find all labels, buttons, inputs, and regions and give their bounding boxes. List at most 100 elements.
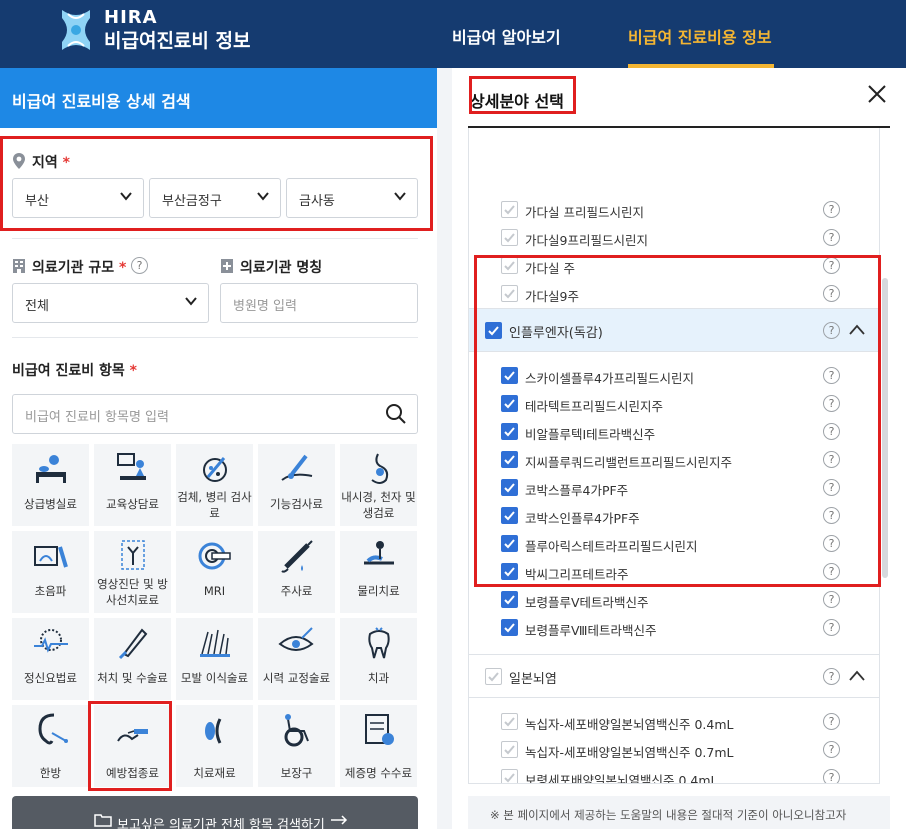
list-item[interactable]: 가다실9프리필드시린지? <box>469 224 879 252</box>
help-icon[interactable]: ? <box>823 423 840 440</box>
syringe-icon <box>281 540 313 573</box>
list-item[interactable]: 플루아릭스테트라프리필드시린지? <box>469 530 879 558</box>
group-japanese-encephalitis[interactable]: 일본뇌염 ? <box>469 654 879 698</box>
region-sido-select[interactable]: 부산 <box>12 178 144 218</box>
help-icon[interactable]: ? <box>823 507 840 524</box>
help-icon[interactable]: ? <box>823 367 840 384</box>
category-tile-specimen-pathology[interactable]: 검체, 병리 검사료 <box>176 444 253 526</box>
category-tile-endoscopy-biopsy[interactable]: 내시경, 천자 및 생검료 <box>340 444 417 526</box>
help-icon[interactable]: ? <box>823 741 840 758</box>
help-icon[interactable]: ? <box>823 769 840 783</box>
item-checkbox[interactable] <box>501 423 518 440</box>
help-icon[interactable]: ? <box>823 668 840 685</box>
region-sigungu-select[interactable]: 부산금정구 <box>149 178 281 218</box>
list-item[interactable]: 코박스인플루4가PF주? <box>469 502 879 530</box>
list-item[interactable]: 보령플루Ⅷ테트라백신주? <box>469 614 879 642</box>
item-checkbox[interactable] <box>501 395 518 412</box>
nav-about-noncovered[interactable]: 비급여 알아보기 <box>452 24 561 48</box>
item-checkbox[interactable] <box>501 257 518 274</box>
help-icon[interactable]: ? <box>823 395 840 412</box>
help-footnote: ※ 본 페이지에서 제공하는 도움말의 내용은 절대적 기준이 아니오니참고자 <box>468 796 890 829</box>
list-item[interactable]: 테라텍트프리필드시린지주? <box>469 390 879 418</box>
category-tile-vision-correction[interactable]: 시력 교정술료 <box>258 618 335 700</box>
item-checkbox[interactable] <box>501 713 518 730</box>
search-icon[interactable] <box>385 403 407 425</box>
item-checkbox[interactable] <box>501 769 518 783</box>
help-icon[interactable]: ? <box>823 201 840 218</box>
detail-field-list[interactable]: 가다실 프리필드시린지? 가다실9프리필드시린지? 가다실 주? 가다실9주? 인플루… <box>468 128 880 784</box>
item-checkbox[interactable] <box>501 619 518 636</box>
category-tile-ultrasound[interactable]: 초음파 <box>12 531 89 613</box>
item-checkbox[interactable] <box>501 563 518 580</box>
help-icon[interactable]: ? <box>823 591 840 608</box>
item-checkbox[interactable] <box>501 229 518 246</box>
help-icon[interactable]: ? <box>823 713 840 730</box>
chevron-up-icon[interactable] <box>849 323 865 337</box>
item-checkbox[interactable] <box>501 591 518 608</box>
close-icon[interactable] <box>867 84 887 104</box>
category-tile-assistive-device[interactable]: 보장구 <box>258 705 335 787</box>
help-icon[interactable]: ? <box>823 563 840 580</box>
item-checkbox[interactable] <box>501 741 518 758</box>
help-icon[interactable]: ? <box>823 285 840 302</box>
scale-help-icon[interactable]: ? <box>131 257 148 274</box>
list-item[interactable]: 녹십자-세포배양일본뇌염백신주 0.7mL? <box>469 736 879 764</box>
category-label: 모발 이식술료 <box>180 671 249 685</box>
item-checkbox[interactable] <box>501 367 518 384</box>
category-tile-dental[interactable]: 치과 <box>340 618 417 700</box>
category-tile-imaging-radiation[interactable]: 영상진단 및 방사선치료료 <box>94 531 171 613</box>
chevron-up-icon[interactable] <box>849 669 865 683</box>
category-tile-oriental-medicine[interactable]: 한방 <box>12 705 89 787</box>
help-icon[interactable]: ? <box>823 322 840 339</box>
item-checkbox[interactable] <box>501 201 518 218</box>
help-icon[interactable]: ? <box>823 229 840 246</box>
list-item[interactable]: 가다실 프리필드시린지? <box>469 196 879 224</box>
list-item[interactable]: 박씨그리프테트라주? <box>469 558 879 586</box>
category-tile-injection[interactable]: 주사료 <box>258 531 335 613</box>
help-icon[interactable]: ? <box>823 535 840 552</box>
list-item[interactable]: 가다실9주? <box>469 280 879 308</box>
list-item[interactable]: 보령플루Ⅴ테트라백신주? <box>469 586 879 614</box>
list-item[interactable]: 가다실 주? <box>469 252 879 280</box>
item-checkbox[interactable] <box>501 507 518 524</box>
scale-select[interactable]: 전체 <box>12 283 209 323</box>
category-tile-function-test[interactable]: 기능검사료 <box>258 444 335 526</box>
institution-name-input[interactable]: 병원명 입력 <box>220 283 418 323</box>
category-tile-certificate-fee[interactable]: 제증명 수수료 <box>340 705 417 787</box>
category-tile-psychotherapy[interactable]: 정신요법료 <box>12 618 89 700</box>
help-icon[interactable]: ? <box>823 479 840 496</box>
category-tile-treatment-surgery[interactable]: 처치 및 수술료 <box>94 618 171 700</box>
category-tile-ward-fee[interactable]: 상급병실료 <box>12 444 89 526</box>
hira-logo-icon[interactable] <box>58 6 94 54</box>
list-scrollbar[interactable] <box>882 278 888 578</box>
list-item[interactable]: 스카이셀플루4가프리필드시린지? <box>469 362 879 390</box>
items-search-input[interactable]: 비급여 진료비 항목명 입력 <box>12 394 418 434</box>
group-je-checkbox[interactable] <box>485 668 502 685</box>
list-item[interactable]: 비알플루텍I테트라백신주? <box>469 418 879 446</box>
category-tile-education-counseling[interactable]: 교육상담료 <box>94 444 171 526</box>
help-icon[interactable]: ? <box>823 257 840 274</box>
brand[interactable]: HIRA 비급여진료비 정보 <box>104 8 250 54</box>
search-all-items-button[interactable]: 보고싶은 의료기관 전체 항목 검색하기 <box>12 796 418 829</box>
group-influenza[interactable]: 인플루엔자(독감) ? <box>469 308 879 352</box>
category-tile-hair-transplant[interactable]: 모발 이식술료 <box>176 618 253 700</box>
nav-noncovered-cost-info[interactable]: 비급여 진료비용 정보 <box>628 24 772 48</box>
region-dong-select[interactable]: 금사동 <box>286 178 418 218</box>
help-icon[interactable]: ? <box>823 619 840 636</box>
category-tile-treatment-material[interactable]: 치료재료 <box>176 705 253 787</box>
list-item[interactable]: 녹십자-세포배양일본뇌염백신주 0.4mL? <box>469 708 879 736</box>
category-tile-vaccination[interactable]: 예방접종료 <box>94 705 171 787</box>
detail-search-panel: 비급여 진료비용 상세 검색 지역 * 부산 부산금정구 금사동 의료기관 규모… <box>0 68 437 829</box>
category-label: 주사료 <box>280 584 313 598</box>
category-tile-mri[interactable]: MRI <box>176 531 253 613</box>
group-influenza-checkbox[interactable] <box>485 322 502 339</box>
item-checkbox[interactable] <box>501 285 518 302</box>
item-checkbox[interactable] <box>501 535 518 552</box>
list-item[interactable]: 지씨플루쿼드리밸런트프리필드시린지주? <box>469 446 879 474</box>
list-item[interactable]: 보령세포배양일본뇌염백신주 0.4mL? <box>469 764 879 783</box>
help-icon[interactable]: ? <box>823 451 840 468</box>
list-item[interactable]: 코박스플루4가PF주? <box>469 474 879 502</box>
category-tile-physical-therapy[interactable]: 물리치료 <box>340 531 417 613</box>
item-checkbox[interactable] <box>501 479 518 496</box>
item-checkbox[interactable] <box>501 451 518 468</box>
